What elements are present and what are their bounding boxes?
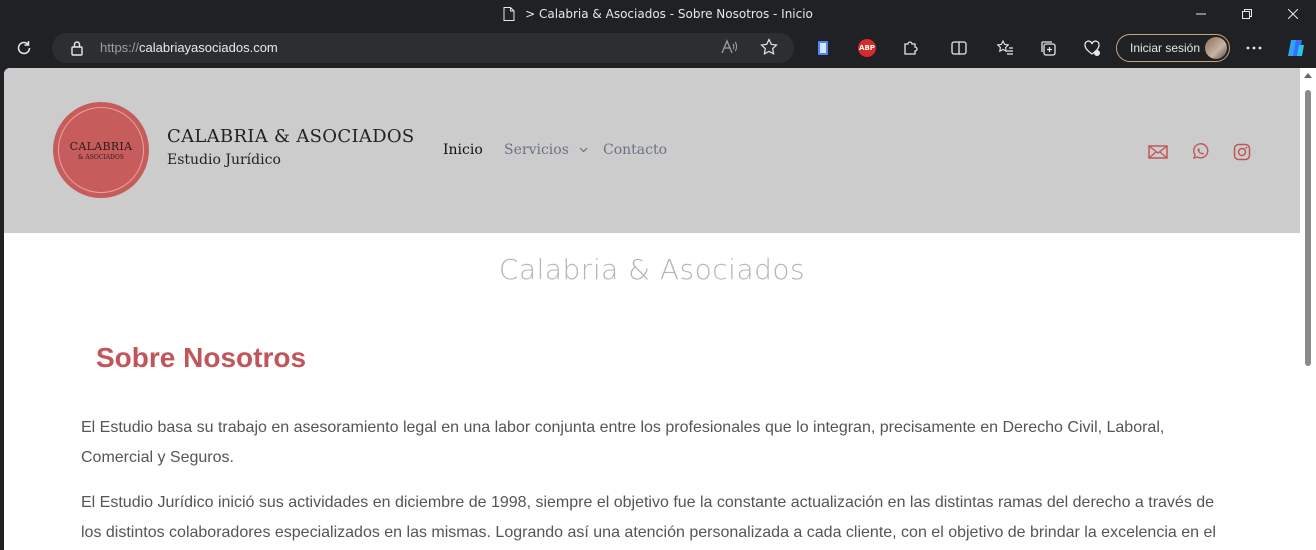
refresh-icon: [17, 41, 31, 55]
site-header: CALABRIA & ASOCIADOS CALABRIA & ASOCIADO…: [4, 68, 1300, 233]
close-icon: [1288, 9, 1298, 19]
adblock-icon: ABP: [858, 39, 876, 57]
mail-link[interactable]: [1148, 142, 1168, 162]
split-screen-button[interactable]: [947, 36, 971, 60]
signin-label: Iniciar sesión: [1130, 41, 1201, 55]
read-aloud-icon: [721, 39, 738, 54]
brand-name[interactable]: CALABRIA & ASOCIADOS: [167, 126, 415, 147]
extensions-button[interactable]: [899, 36, 923, 60]
copilot-icon: [1288, 40, 1304, 56]
browser-toolbar: https://calabriayasociados.com ABP Inici…: [0, 28, 1316, 68]
extension-docs-button[interactable]: [811, 36, 835, 60]
browser-essentials-button[interactable]: [1080, 36, 1104, 60]
restore-icon: [1242, 9, 1252, 19]
mail-icon: [1148, 145, 1168, 159]
close-window-button[interactable]: [1270, 0, 1316, 28]
chevron-down-icon: [579, 147, 588, 153]
page-scrollbar[interactable]: [1300, 68, 1316, 550]
split-screen-icon: [951, 41, 967, 55]
paragraph: El Estudio Jurídico inició sus actividad…: [81, 494, 1216, 541]
more-menu-button[interactable]: [1242, 36, 1266, 60]
section-title: Sobre Nosotros: [96, 342, 307, 373]
restore-button[interactable]: [1224, 0, 1270, 28]
paragraph: El Estudio basa su trabajo en asesoramie…: [81, 419, 1165, 466]
adblock-button[interactable]: ABP: [855, 36, 879, 60]
nav-item-inicio[interactable]: Inicio: [443, 142, 483, 158]
collections-button[interactable]: [1036, 36, 1060, 60]
site-logo[interactable]: CALABRIA & ASOCIADOS: [53, 102, 149, 198]
page-viewport: CALABRIA & ASOCIADOS CALABRIA & ASOCIADO…: [4, 68, 1300, 550]
address-bar[interactable]: https://calabriayasociados.com: [52, 33, 794, 63]
scrollbar-thumb[interactable]: [1305, 90, 1311, 366]
nav-item-servicios[interactable]: Servicios: [504, 142, 588, 158]
minimize-icon: [1196, 13, 1206, 15]
nav-item-servicios-label: Servicios: [504, 142, 569, 158]
brand-tagline: Estudio Jurídico: [167, 152, 281, 168]
window-title-bar: > Calabria & Asociados - Sobre Nosotros …: [0, 0, 1316, 28]
scroll-up-arrow[interactable]: [1304, 73, 1312, 78]
window-title: > Calabria & Asociados - Sobre Nosotros …: [525, 7, 813, 21]
whatsapp-link[interactable]: [1190, 142, 1210, 162]
signin-button[interactable]: Iniciar sesión: [1116, 34, 1230, 62]
instagram-icon: [1233, 143, 1251, 161]
more-dots-icon: [1246, 46, 1262, 50]
minimize-button[interactable]: [1178, 0, 1224, 28]
nav-item-contacto[interactable]: Contacto: [603, 142, 667, 158]
url-text[interactable]: https://calabriayasociados.com: [100, 40, 278, 55]
copilot-button[interactable]: [1284, 36, 1308, 60]
collections-icon: [1041, 41, 1056, 56]
hero-title: Calabria & Asociados: [498, 253, 806, 286]
document-extension-icon: [818, 41, 828, 55]
read-aloud-button[interactable]: [720, 38, 738, 60]
favorites-list-icon: [996, 39, 1013, 55]
puzzle-icon: [904, 41, 918, 55]
heart-pulse-icon: [1084, 40, 1100, 56]
refresh-button[interactable]: [12, 36, 36, 60]
whatsapp-icon: [1192, 143, 1209, 160]
avatar: [1205, 37, 1227, 59]
lock-icon[interactable]: [70, 40, 84, 56]
instagram-link[interactable]: [1232, 142, 1252, 162]
document-icon: [503, 7, 515, 21]
favorite-button[interactable]: [760, 38, 778, 60]
favorites-button[interactable]: [993, 36, 1017, 60]
star-icon: [760, 38, 778, 55]
